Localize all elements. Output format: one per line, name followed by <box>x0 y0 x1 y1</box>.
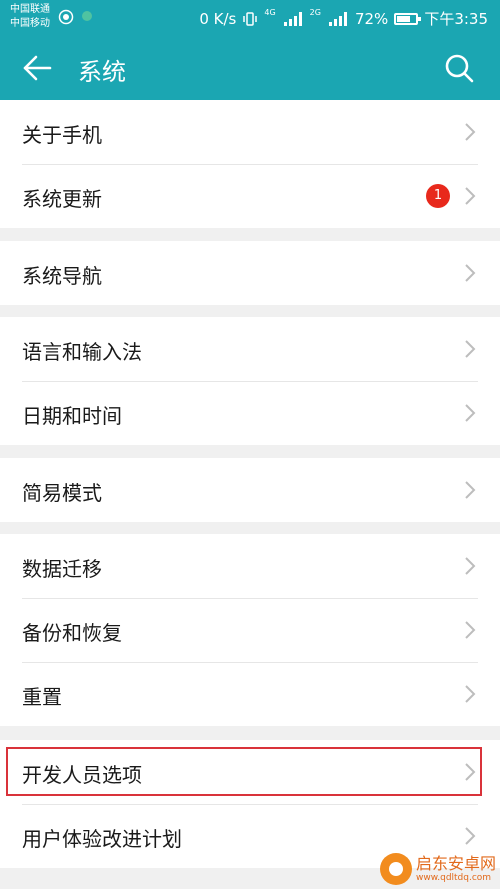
chevron-right-icon <box>465 123 476 141</box>
settings-group-2: 系统导航 <box>0 241 500 305</box>
carrier-1: 中国联通 <box>10 4 50 15</box>
settings-group-3: 语言和输入法 日期和时间 <box>0 317 500 445</box>
carrier-info: 中国联通 中国移动 <box>10 3 50 31</box>
chevron-right-icon <box>465 264 476 282</box>
settings-item-date-time[interactable]: 日期和时间 <box>0 381 500 445</box>
settings-item-system-navigation[interactable]: 系统导航 <box>0 241 500 305</box>
settings-group-4: 简易模式 <box>0 458 500 522</box>
battery-icon <box>394 12 422 25</box>
vibrate-icon <box>243 11 258 26</box>
settings-item-about-phone[interactable]: 关于手机 <box>0 100 500 164</box>
settings-item-system-update[interactable]: 系统更新 1 <box>0 164 500 228</box>
app-bar: 系统 <box>0 36 500 100</box>
settings-item-simple-mode[interactable]: 简易模式 <box>0 458 500 522</box>
settings-item-label: 关于手机 <box>22 123 102 147</box>
settings-item-label: 备份和恢复 <box>22 621 122 645</box>
network-speed: 0 K/s <box>199 9 237 28</box>
arrow-left-icon[interactable] <box>22 54 52 82</box>
settings-item-label: 简易模式 <box>22 481 102 505</box>
search-icon[interactable] <box>444 53 474 83</box>
chevron-right-icon <box>465 827 476 845</box>
highlight-box <box>6 747 482 796</box>
settings-group-1: 关于手机 系统更新 1 <box>0 100 500 228</box>
network-type-2: 2G <box>309 8 321 17</box>
settings-item-data-migration[interactable]: 数据迁移 <box>0 534 500 598</box>
settings-item-language-input[interactable]: 语言和输入法 <box>0 317 500 381</box>
signal-icon-2 <box>327 11 349 26</box>
chevron-right-icon <box>465 557 476 575</box>
network-type-1: 4G <box>264 8 276 17</box>
battery-percent: 72% <box>354 9 389 28</box>
chevron-right-icon <box>465 340 476 358</box>
settings-group-5: 数据迁移 备份和恢复 重置 <box>0 534 500 726</box>
status-bar: 中国联通 中国移动 0 K/s 4G 2G 72% 下午3:35 <box>0 0 500 36</box>
settings-item-label: 日期和时间 <box>22 404 122 428</box>
clock: 下午3:35 <box>424 10 488 28</box>
page-title: 系统 <box>78 58 126 86</box>
watermark-logo-icon <box>379 853 412 885</box>
watermark-text: 启东安卓网 <box>415 854 496 873</box>
settings-item-label: 语言和输入法 <box>22 340 142 364</box>
settings-item-label: 用户体验改进计划 <box>22 827 182 851</box>
notification-icon <box>58 9 74 25</box>
app-notification-icon <box>82 11 92 21</box>
chevron-right-icon <box>465 621 476 639</box>
settings-item-label: 系统导航 <box>22 264 102 288</box>
settings-item-label: 数据迁移 <box>22 557 102 581</box>
chevron-right-icon <box>465 481 476 499</box>
settings-item-label: 系统更新 <box>22 187 102 211</box>
settings-item-label: 重置 <box>22 685 62 709</box>
settings-item-reset[interactable]: 重置 <box>0 662 500 726</box>
chevron-right-icon <box>465 404 476 422</box>
settings-item-backup-restore[interactable]: 备份和恢复 <box>0 598 500 662</box>
chevron-right-icon <box>465 685 476 703</box>
chevron-right-icon <box>465 187 476 205</box>
watermark: 启东安卓网 www.qdltdq.com <box>379 853 496 885</box>
carrier-2: 中国移动 <box>10 18 50 29</box>
watermark-url: www.qdltdq.com <box>415 873 492 883</box>
signal-icon-1 <box>282 11 304 26</box>
update-badge: 1 <box>426 184 450 208</box>
